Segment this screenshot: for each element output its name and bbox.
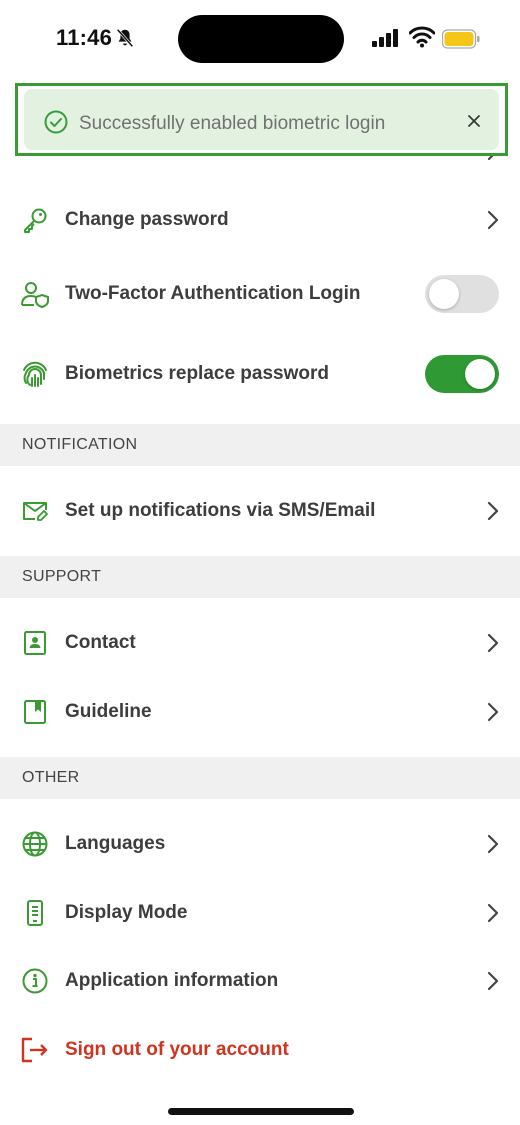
key-icon [20,205,50,235]
bell-muted-icon [116,28,134,48]
chevron-right-icon [487,971,499,991]
change-password-label: Change password [65,209,229,230]
section-title: NOTIFICATION [22,436,138,453]
notifications-setup-row[interactable]: Set up notifications via SMS/Email [0,481,520,541]
biometrics-label: Biometrics replace password [65,363,329,384]
biometrics-row: Biometrics replace password [0,344,520,404]
two-factor-row: Two-Factor Authentication Login [0,264,520,324]
two-factor-label: Two-Factor Authentication Login [65,283,361,304]
close-icon[interactable] [464,111,484,131]
notifications-setup-label: Set up notifications via SMS/Email [65,500,376,521]
dynamic-island [178,15,344,63]
section-title: SUPPORT [22,568,102,585]
fingerprint-icon [20,359,50,389]
display-mode-label: Display Mode [65,902,188,923]
guideline-row[interactable]: Guideline [0,682,520,742]
home-indicator[interactable] [168,1108,354,1115]
logout-icon [20,1035,50,1065]
mail-edit-icon [20,496,50,526]
section-header-support: SUPPORT [0,556,520,598]
languages-row[interactable]: Languages [0,814,520,874]
chevron-right-icon [487,210,499,230]
book-icon [20,697,50,727]
success-toast: Successfully enabled biometric login [15,83,508,156]
battery-icon [442,29,480,49]
check-circle-icon [44,110,68,134]
contact-row[interactable]: Contact [0,613,520,673]
chevron-right-icon [487,834,499,854]
chevron-right-icon [487,501,499,521]
globe-icon [20,829,50,859]
sign-out-label: Sign out of your account [65,1039,289,1060]
application-info-row[interactable]: Application information [0,951,520,1011]
phone-display-icon [20,898,50,928]
guideline-label: Guideline [65,701,152,722]
application-info-label: Application information [65,970,279,991]
toast-message: Successfully enabled biometric login [79,113,386,134]
status-time: 11:46 [56,25,113,50]
chevron-right-icon [487,702,499,722]
toast-body: Successfully enabled biometric login [24,89,499,150]
user-shield-icon [20,279,50,309]
two-factor-toggle[interactable] [425,275,499,313]
change-password-row[interactable]: Change password [0,190,520,250]
wifi-icon [409,26,435,48]
chevron-right-icon [487,633,499,653]
info-icon [20,966,50,996]
chevron-right-icon [487,903,499,923]
status-bar: 11:46 [0,0,520,78]
section-header-other: OTHER [0,757,520,799]
display-mode-row[interactable]: Display Mode [0,883,520,943]
toggle-knob [429,279,459,309]
section-header-notification: NOTIFICATION [0,424,520,466]
cellular-signal-icon [372,29,398,47]
contact-label: Contact [65,632,136,653]
biometrics-toggle[interactable] [425,355,499,393]
languages-label: Languages [65,833,166,854]
sign-out-row[interactable]: Sign out of your account [0,1020,520,1080]
toggle-knob [465,359,495,389]
section-title: OTHER [22,769,80,786]
contact-card-icon [20,628,50,658]
